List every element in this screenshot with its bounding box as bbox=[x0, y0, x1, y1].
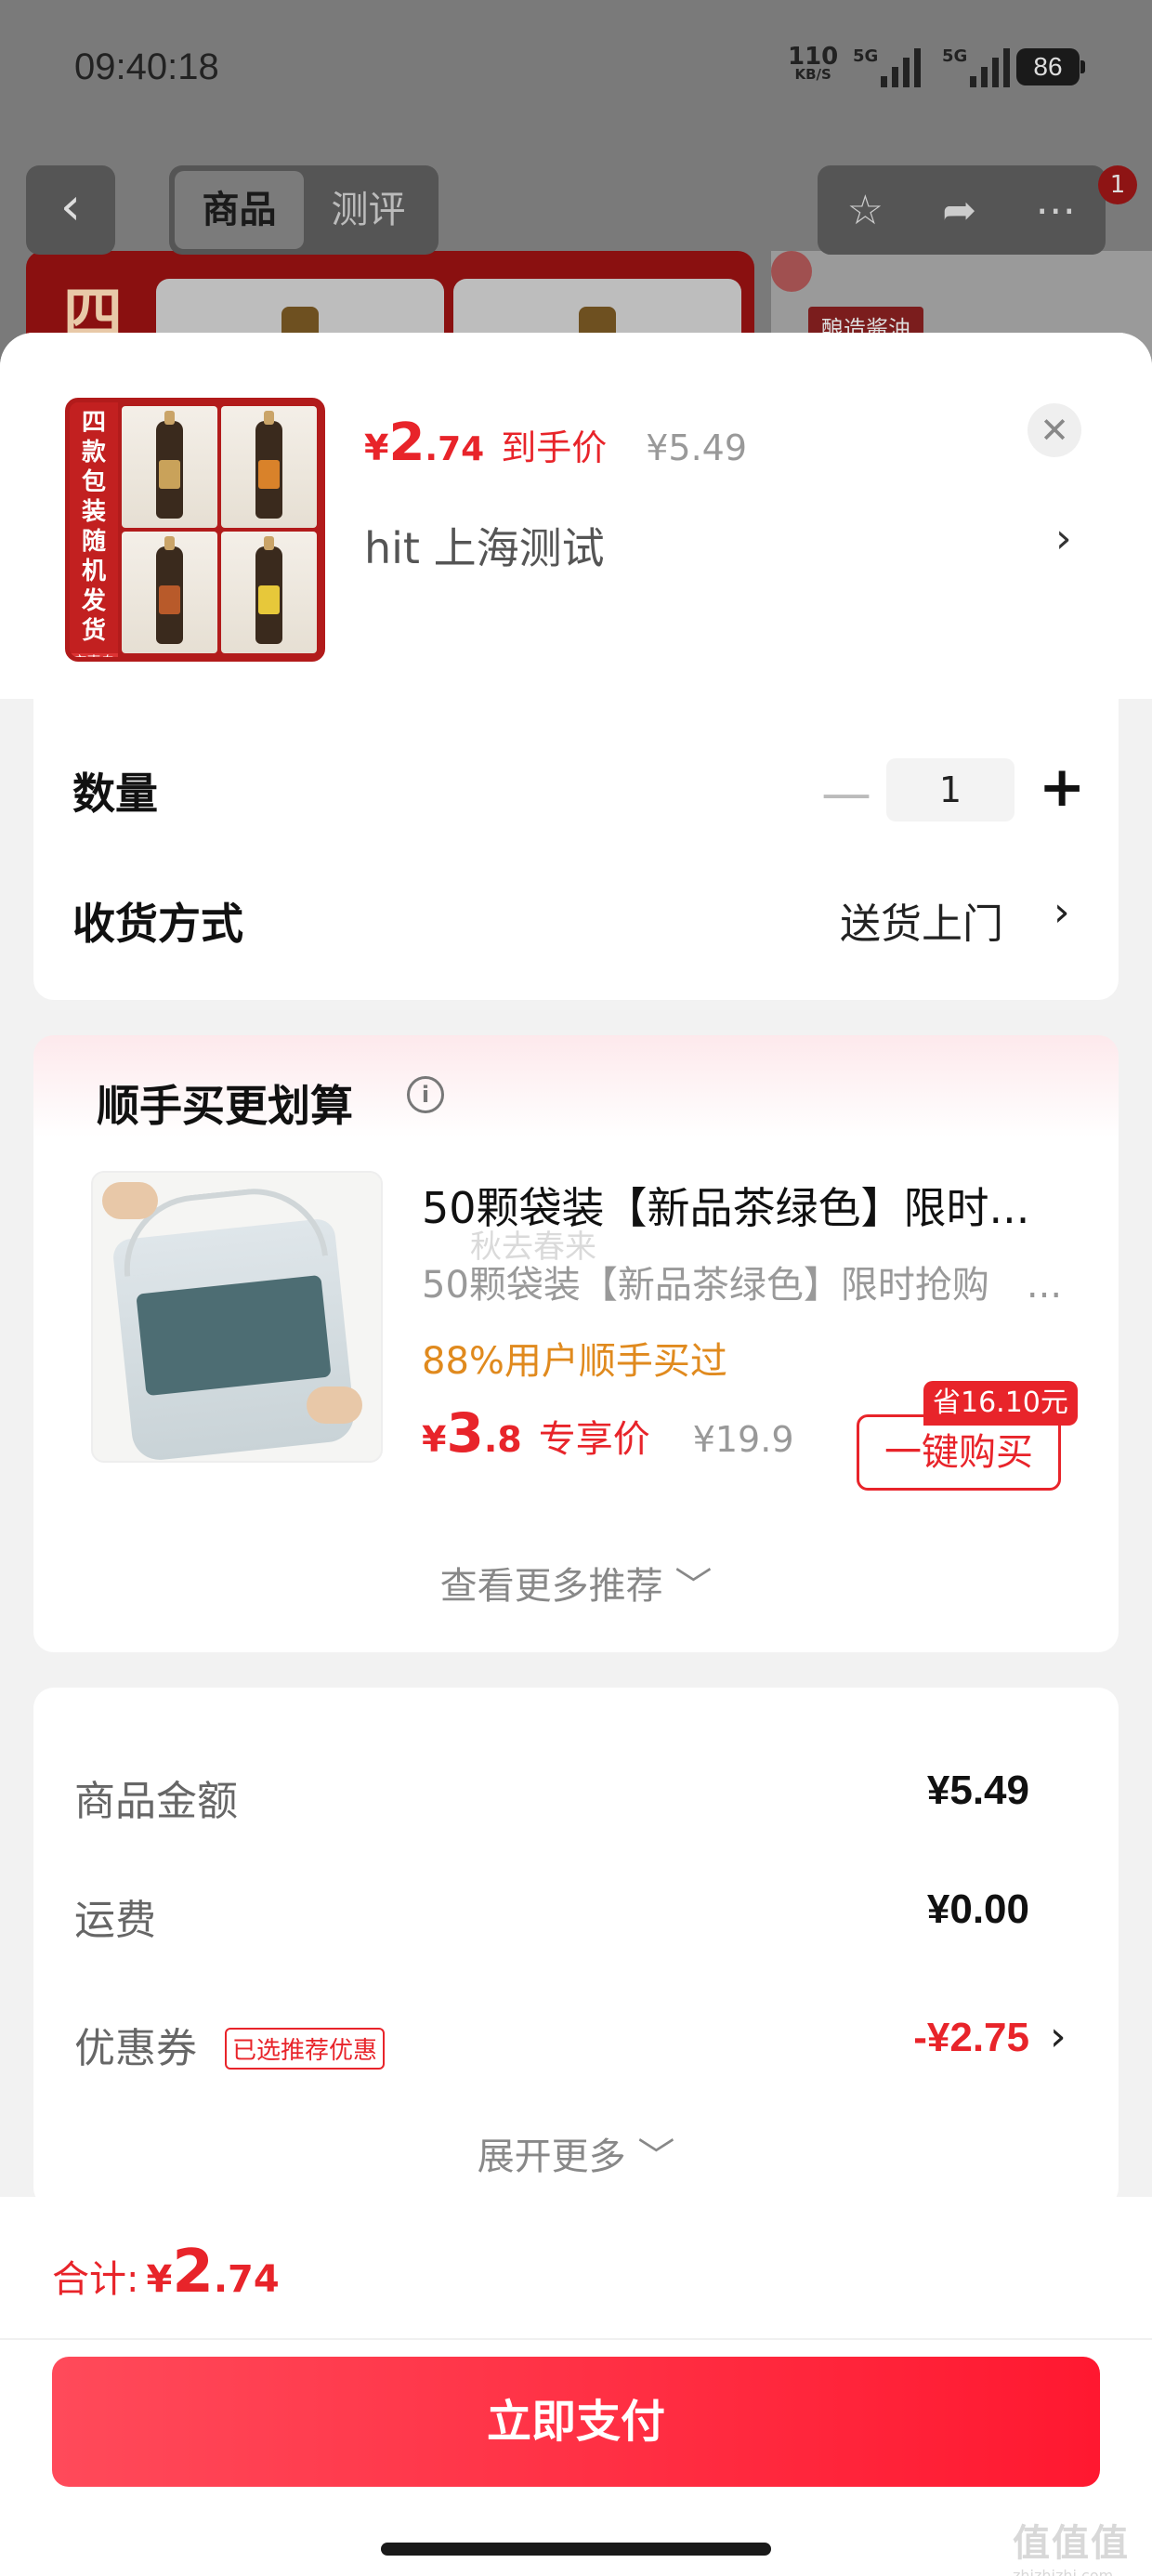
recommend-title: 顺手买更划算 bbox=[97, 1081, 353, 1131]
info-icon[interactable]: i bbox=[407, 1076, 444, 1113]
close-icon[interactable]: ✕ bbox=[1028, 403, 1081, 457]
price-summary-card: 商品金额 ¥5.49 运费 ¥0.00 优惠券 已选推荐优惠 -¥2.75 › … bbox=[33, 1688, 1119, 2208]
watermark-text: 秋去春来 bbox=[470, 1229, 596, 1266]
more-recommendations[interactable]: 查看更多推荐 ﹀ bbox=[33, 1556, 1119, 1610]
tab-product[interactable]: 商品 bbox=[175, 171, 304, 249]
nav-actions: ☆ ➦ ⋯ bbox=[818, 165, 1106, 255]
thumbnail-side-text: 四款包装随机发货 京喜自营 包邮 bbox=[70, 402, 118, 657]
status-bar: 09:40:18 110 KB/S 5G 5G 86 bbox=[0, 0, 1152, 130]
chevron-right-icon[interactable]: › bbox=[1050, 2013, 1067, 2060]
recommend-price: ¥ 3 .8 专享价 ¥19.9 bbox=[422, 1401, 794, 1465]
summary-value-coupon[interactable]: -¥2.75 bbox=[913, 2015, 1029, 2061]
original-price: ¥5.49 bbox=[646, 427, 748, 468]
recommend-product-image[interactable] bbox=[91, 1171, 383, 1463]
pay-now-button[interactable]: 立即支付 bbox=[52, 2357, 1100, 2487]
net-speed: 110 KB/S bbox=[788, 43, 839, 83]
quantity-input[interactable]: 1 bbox=[886, 758, 1015, 821]
recommend-card: 顺手买更划算 i 50颗袋装【新品茶绿色】限时... 50颗袋装【新品茶绿色】限… bbox=[33, 1035, 1119, 1652]
message-badge: 1 bbox=[1098, 165, 1137, 204]
quantity-delivery-card: 数量 — 1 + 收货方式 送货上门 › bbox=[33, 699, 1119, 1000]
tab-review[interactable]: 测评 bbox=[304, 171, 433, 249]
chevron-right-icon[interactable]: › bbox=[1054, 888, 1070, 936]
save-badge: 省16.10元 bbox=[923, 1381, 1078, 1426]
status-time: 09:40:18 bbox=[74, 46, 219, 87]
more-icon[interactable]: ⋯ bbox=[1035, 187, 1076, 234]
coupon-tag: 已选推荐优惠 bbox=[225, 2028, 386, 2070]
delivery-method[interactable]: 送货上门 bbox=[840, 890, 1003, 950]
delivery-label: 收货方式 bbox=[72, 899, 243, 949]
recommend-percent: 88%用户顺手买过 bbox=[422, 1340, 727, 1383]
product-header: 四款包装随机发货 京喜自营 包邮 ¥ 2 .74 到手价 ¥5.49 hit 上… bbox=[0, 333, 1152, 699]
one-click-buy-button[interactable]: 一键购买 bbox=[857, 1414, 1061, 1491]
summary-label-coupon[interactable]: 优惠券 bbox=[74, 2015, 197, 2074]
quantity-label: 数量 bbox=[72, 769, 158, 819]
price-label: 到手价 bbox=[501, 427, 608, 468]
site-watermark: 值值值 zhizhizhi.com bbox=[1013, 2522, 1130, 2576]
chevron-down-icon: ﹀ bbox=[674, 1565, 713, 1608]
chevron-right-icon[interactable]: › bbox=[1055, 515, 1072, 562]
divider bbox=[0, 2338, 1152, 2340]
nav-tabs: 商品 测评 bbox=[169, 165, 439, 255]
summary-label-subtotal: 商品金额 bbox=[74, 1778, 238, 1825]
summary-value-subtotal: ¥5.49 bbox=[926, 1768, 1029, 1813]
battery-icon: 86 bbox=[1016, 48, 1085, 85]
checkout-footer: 合计: ¥ 2 .74 立即支付 值值值 zhizhizhi.com bbox=[0, 2197, 1152, 2576]
delivery-address[interactable]: hit 上海测试 bbox=[364, 515, 605, 576]
summary-value-shipping: ¥0.00 bbox=[926, 1886, 1029, 1932]
chevron-down-icon: ﹀ bbox=[637, 2136, 675, 2178]
total-price: 合计: ¥ 2 .74 bbox=[52, 2238, 280, 2307]
product-thumbnail: 四款包装随机发货 京喜自营 包邮 bbox=[65, 398, 325, 662]
expand-more[interactable]: 展开更多 ﹀ bbox=[33, 2126, 1119, 2180]
plus-icon[interactable]: + bbox=[1039, 755, 1085, 820]
back-arrow-icon[interactable]: ‹ bbox=[26, 165, 115, 255]
minus-icon[interactable]: — bbox=[821, 764, 871, 822]
brand-logo-icon bbox=[771, 251, 812, 292]
product-price: ¥ 2 .74 到手价 ¥5.49 bbox=[364, 413, 748, 473]
share-icon[interactable]: ➦ bbox=[942, 187, 976, 234]
star-icon[interactable]: ☆ bbox=[847, 187, 884, 234]
summary-label-shipping: 运费 bbox=[74, 1897, 156, 1944]
home-indicator[interactable] bbox=[381, 2543, 771, 2556]
